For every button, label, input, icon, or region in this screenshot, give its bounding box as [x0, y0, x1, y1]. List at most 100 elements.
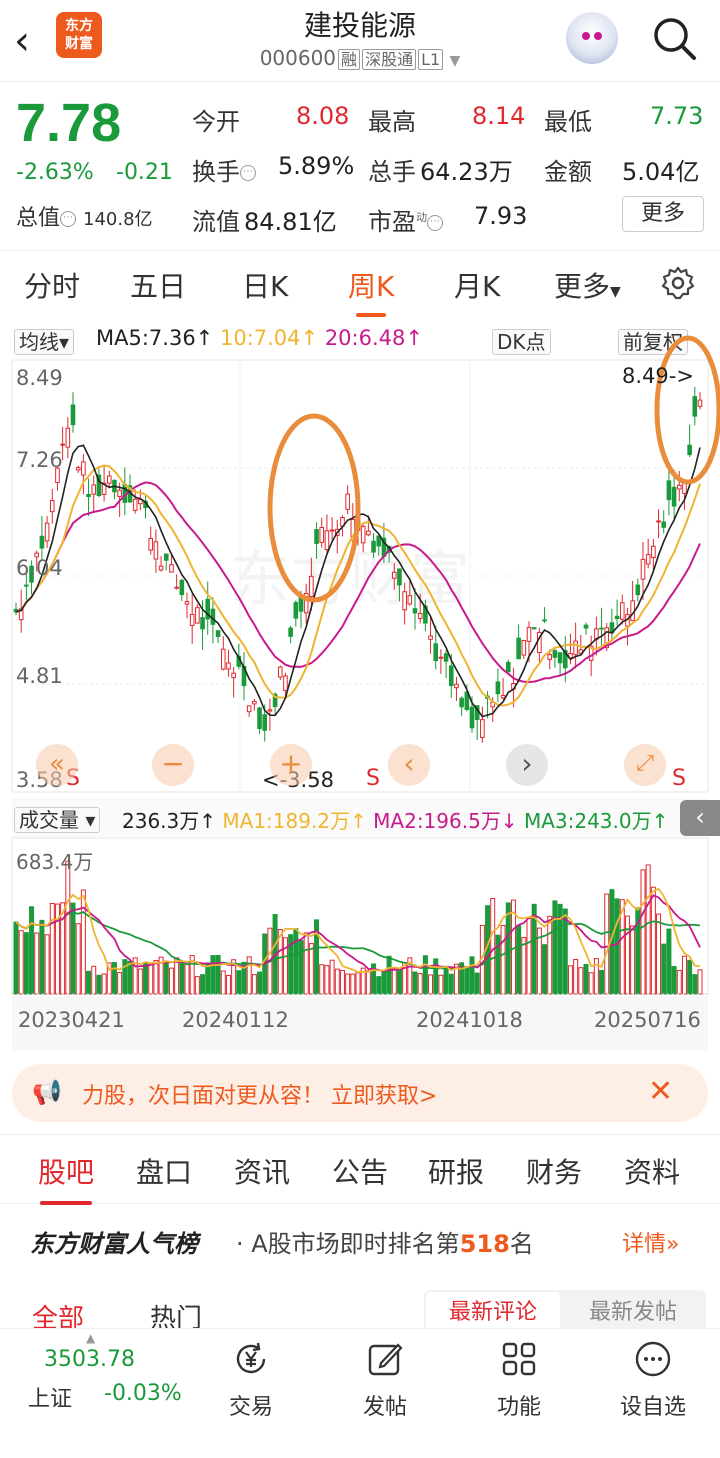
date-label: 20241018	[416, 1008, 523, 1032]
volume-bar	[303, 932, 309, 995]
candle-body	[402, 591, 407, 611]
candle-body	[376, 535, 382, 547]
y-tick-4: 4.81	[16, 664, 63, 688]
tab-forum[interactable]: 股吧	[38, 1151, 94, 1205]
index-change[interactable]: -0.03%	[104, 1381, 182, 1406]
info-icon[interactable]: ⋯	[60, 211, 77, 227]
volume-bar	[179, 960, 185, 995]
candle-body	[91, 484, 97, 495]
index-name[interactable]: 上证	[28, 1381, 72, 1413]
chart-period-tabs: 分时 五日 日K 周K 月K 更多▼	[0, 250, 720, 318]
volume-bar	[80, 889, 86, 995]
search-icon[interactable]	[650, 14, 698, 66]
candle-body	[262, 714, 268, 731]
candle-body	[132, 498, 138, 511]
volume-bar	[200, 974, 206, 995]
volume-bar	[236, 970, 242, 995]
tab-more[interactable]: 更多▼	[554, 265, 621, 305]
volume-bar	[365, 970, 371, 995]
volume-bar	[656, 913, 662, 995]
candle-body	[169, 564, 174, 573]
volume-bar	[490, 898, 496, 995]
volume-bar	[18, 930, 24, 995]
candle-body	[44, 522, 50, 542]
nav-post[interactable]: 发帖	[330, 1339, 440, 1421]
close-icon[interactable]: ✕	[648, 1074, 673, 1109]
candle-body	[360, 525, 366, 544]
vol-ma2-label: MA2:196.5万↓	[373, 809, 518, 833]
promo-banner[interactable]: 📢 力股，次日面对更从容！ 立即获取> ✕	[12, 1064, 708, 1122]
index-value[interactable]: 3503.78	[44, 1347, 135, 1372]
low-value: 7.73	[650, 102, 704, 130]
tab-finance[interactable]: 财务	[526, 1151, 582, 1191]
candle-body	[158, 565, 164, 571]
tab-intraday[interactable]: 分时	[24, 265, 80, 305]
tab-profile[interactable]: 资料	[624, 1151, 680, 1191]
tab-daily-k[interactable]: 日K	[242, 265, 288, 305]
candle-body	[106, 475, 112, 484]
fullscreen-icon[interactable]: ⤢	[624, 744, 666, 786]
candle-body	[635, 584, 641, 596]
volume-bar	[692, 974, 698, 995]
turnover-value: 5.89%	[278, 152, 355, 180]
zoom-in-icon[interactable]: +	[270, 744, 312, 786]
tab-order-book[interactable]: 盘口	[136, 1151, 192, 1191]
volume-bar	[526, 917, 532, 995]
rank-text-pre: A股市场即时排名第	[251, 1230, 460, 1258]
tab-research[interactable]: 研报	[428, 1151, 484, 1191]
candle-body	[366, 530, 371, 536]
kline-chart-area[interactable]: 均线▾ MA5:7.36↑ 10:7.04↑ 20:6.48↑ DK点 前复权 …	[0, 320, 720, 1050]
info-icon[interactable]: ⋯	[240, 165, 256, 181]
candle-body	[676, 484, 682, 490]
nav-add-watchlist[interactable]: 设自选	[598, 1339, 708, 1421]
candle-body	[174, 586, 179, 589]
candle-body	[531, 627, 537, 630]
rank-detail-link[interactable]: 详情»	[622, 1226, 679, 1258]
info-icon[interactable]: ⋯	[427, 215, 443, 231]
volume-bar	[474, 972, 480, 995]
caret-down-icon: ▼	[610, 284, 621, 300]
volume-bar	[448, 973, 454, 995]
candle-body	[552, 650, 558, 658]
volume-bar	[640, 869, 646, 995]
volume-bar	[422, 955, 428, 995]
nav-functions[interactable]: 功能	[464, 1339, 574, 1421]
volume-bar	[44, 934, 50, 995]
total-cap-label: 总值	[16, 206, 61, 231]
candle-body	[495, 681, 501, 695]
tab-weekly-k[interactable]: 周K	[348, 265, 394, 317]
chevron-down-icon[interactable]: ▼	[450, 53, 461, 69]
scroll-left-fast-icon[interactable]: «	[36, 744, 78, 786]
volume-bar	[65, 860, 71, 995]
tag-connect: 深股通	[362, 49, 417, 70]
more-button[interactable]: 更多	[622, 196, 704, 232]
robot-avatar-icon[interactable]	[566, 12, 618, 64]
scroll-left-icon[interactable]: ‹	[388, 744, 430, 786]
collapse-panel-icon[interactable]: ‹	[680, 800, 720, 836]
volume-bar	[578, 967, 584, 995]
volume-bar	[308, 943, 314, 995]
volume-bar	[567, 965, 573, 995]
tab-announcements[interactable]: 公告	[332, 1151, 388, 1191]
candle-body	[671, 486, 677, 507]
volume-bar	[552, 900, 558, 995]
zoom-out-icon[interactable]: −	[152, 744, 194, 786]
tab-five-day[interactable]: 五日	[130, 265, 186, 305]
volume-bar	[324, 965, 330, 995]
high-marker: 8.49->	[622, 364, 694, 388]
candle-body	[329, 529, 335, 532]
volume-bar	[624, 915, 630, 995]
settings-gear-icon[interactable]	[660, 265, 696, 305]
volume-bar	[542, 944, 548, 995]
tab-news[interactable]: 资讯	[234, 1151, 290, 1191]
scroll-right-icon[interactable]: ›	[506, 744, 548, 786]
volume-max-label: 683.4万	[16, 850, 94, 874]
nav-trade[interactable]: 交易	[196, 1339, 306, 1421]
volume-value: 64.23万	[420, 158, 513, 186]
tab-monthly-k[interactable]: 月K	[454, 265, 500, 305]
promo-text[interactable]: 力股，次日面对更从容！ 立即获取>	[82, 1078, 437, 1110]
volume-select[interactable]: 成交量 ▾	[14, 804, 101, 833]
volume-bar	[75, 923, 81, 995]
float-cap-label: 流值	[192, 208, 240, 236]
volume-bar	[645, 864, 651, 995]
